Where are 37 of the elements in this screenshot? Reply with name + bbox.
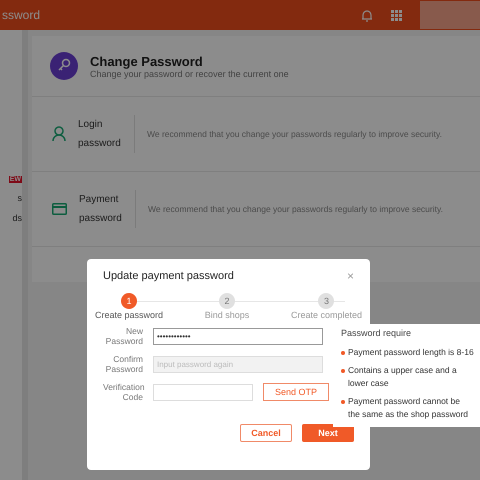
requirement-text: Contains a upper case and a lower case — [348, 364, 458, 390]
step-number: 2 — [219, 293, 235, 309]
step-number: 1 — [121, 293, 138, 309]
input-field[interactable] — [153, 384, 253, 400]
page-title: Change Password — [90, 54, 204, 68]
tooltip-title: Password require — [341, 328, 412, 338]
step-label: Create password — [95, 310, 164, 320]
step-number: 3 — [318, 293, 334, 309]
field-label: Confirm Password — [104, 354, 143, 374]
sidebar-item[interactable]: ds — [12, 213, 22, 223]
cancel-button[interactable]: Cancel — [240, 424, 292, 442]
option-name[interactable]: Login password — [78, 115, 135, 153]
grid-icon[interactable] — [391, 10, 402, 20]
option-name[interactable]: Payment password — [79, 190, 136, 228]
sidebar-item[interactable]: s — [18, 193, 22, 203]
bullet-icon — [341, 400, 345, 404]
next-button[interactable]: Next — [302, 424, 354, 442]
requirement-text: Payment password cannot be the same as the shop password — [348, 395, 470, 421]
dialog-title: Update payment password — [103, 270, 234, 282]
step-label: Create completed — [290, 310, 362, 320]
key-icon — [50, 52, 78, 80]
option-description: We recommend that you change your passwords regularly to improve security. — [147, 129, 442, 139]
bullet-icon — [341, 369, 345, 373]
option-description: We recommend that you change your passwords regularly to improve security. — [148, 204, 443, 214]
page-subtitle: Change your password or recover the current one — [90, 68, 289, 78]
input-field[interactable]: •••••••••••• — [153, 328, 323, 344]
person-icon — [52, 126, 66, 142]
field-label: Verification Code — [103, 382, 143, 402]
bullet-icon — [341, 351, 345, 355]
bell-icon[interactable] — [361, 8, 373, 22]
close-button[interactable]: × — [346, 269, 354, 283]
card-icon — [52, 203, 67, 215]
send-otp-button[interactable]: Send OTP — [263, 383, 329, 401]
header-title: ssword — [2, 8, 40, 22]
step-label: Bind shops — [204, 310, 250, 320]
requirement-text: Payment password length is 8-16 — [348, 346, 474, 359]
field-label: New Password — [104, 326, 143, 346]
